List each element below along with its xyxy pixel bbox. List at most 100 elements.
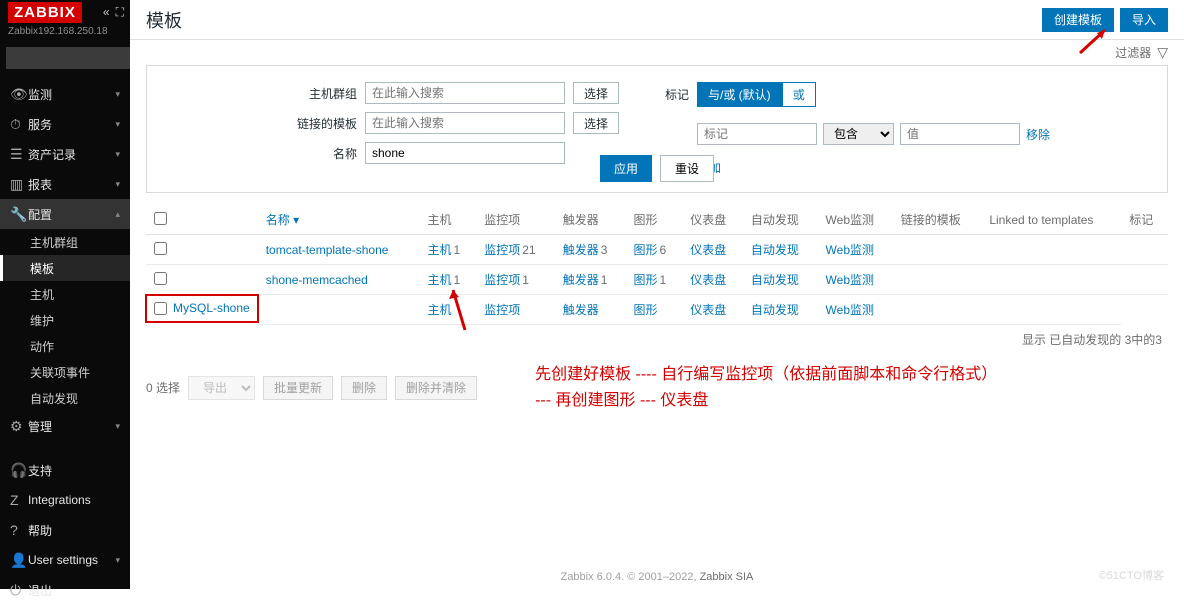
nav-logout[interactable]: ⏻退出 [0, 575, 130, 605]
row-checkbox[interactable] [154, 302, 167, 315]
chevron-down-icon: ▾ [115, 119, 120, 130]
tag-or-button[interactable]: 或 [782, 82, 816, 107]
sub-discovery[interactable]: 自动发现 [0, 385, 130, 411]
filter-tag-label: 标记 [659, 86, 689, 103]
col-triggers[interactable]: 触发器 [555, 205, 626, 235]
col-linkedto[interactable]: Linked to templates [981, 205, 1121, 235]
disc-link[interactable]: 自动发现 [751, 243, 799, 257]
web-link[interactable]: Web监测 [826, 303, 874, 317]
apply-button[interactable]: 应用 [600, 155, 652, 182]
dash-link[interactable]: 仪表盘 [690, 243, 726, 257]
hosts-link[interactable]: 主机 [427, 273, 451, 287]
web-link[interactable]: Web监测 [826, 243, 874, 257]
filter-name-row: 名称 [297, 142, 619, 164]
graphs-link[interactable]: 图形 [634, 273, 658, 287]
deleteclear-button[interactable]: 删除并清除 [395, 376, 477, 400]
tag-value-input[interactable] [900, 123, 1020, 145]
collapse-icon[interactable]: « [103, 5, 110, 20]
filter-linked-input[interactable] [365, 112, 565, 134]
create-template-button[interactable]: 创建模板 [1042, 8, 1114, 32]
help-icon: ? [10, 522, 28, 538]
template-link[interactable]: MySQL-shone [173, 301, 250, 315]
template-link[interactable]: tomcat-template-shone [266, 243, 389, 257]
dash-link[interactable]: 仪表盘 [690, 273, 726, 287]
col-hosts[interactable]: 主机 [419, 205, 476, 235]
import-button[interactable]: 导入 [1120, 8, 1168, 32]
footer-link[interactable]: Zabbix SIA [700, 571, 754, 583]
graphs-link[interactable]: 图形 [634, 243, 658, 257]
items-link[interactable]: 监控项 [484, 273, 520, 287]
items-link[interactable]: 监控项 [484, 303, 520, 317]
tag-add-link[interactable]: 添加 [697, 159, 1050, 176]
col-items[interactable]: 监控项 [476, 205, 555, 235]
filter-name-input[interactable] [365, 142, 565, 164]
disc-link[interactable]: 自动发现 [751, 303, 799, 317]
tag-remove-link[interactable]: 移除 [1026, 126, 1050, 143]
sub-eventcorrelation[interactable]: 关联项事件 [0, 359, 130, 385]
watermark: ©51CTO博客 [1099, 567, 1164, 583]
nav-report-label: 报表 [28, 176, 52, 193]
dash-link[interactable]: 仪表盘 [690, 303, 726, 317]
items-link[interactable]: 监控项 [484, 243, 520, 257]
col-linked[interactable]: 链接的模板 [893, 205, 982, 235]
triggers-link[interactable]: 触发器 [563, 243, 599, 257]
hosts-link[interactable]: 主机 [427, 243, 451, 257]
filter-hostgroups-select[interactable]: 选择 [573, 82, 619, 104]
nav-integrations-label: Integrations [28, 493, 91, 507]
sub-hosts[interactable]: 主机 [0, 281, 130, 307]
filter-linked-select[interactable]: 选择 [573, 112, 619, 134]
row-checkbox[interactable] [154, 242, 167, 255]
tag-name-input[interactable] [697, 123, 817, 145]
gear-icon: ⚙ [10, 418, 28, 435]
col-discovery[interactable]: 自动发现 [743, 205, 818, 235]
nav-admin[interactable]: ⚙管理▾ [0, 411, 130, 441]
chevron-up-icon: ▴ [115, 209, 120, 220]
timer-icon: ⏱ [10, 116, 28, 133]
nav-asset[interactable]: ☰资产记录▾ [0, 139, 130, 169]
massupdate-button[interactable]: 批量更新 [263, 376, 333, 400]
col-tags[interactable]: 标记 [1121, 205, 1168, 235]
sub-templates[interactable]: 模板 [0, 255, 130, 281]
template-link[interactable]: shone-memcached [266, 273, 368, 287]
filter-toggle[interactable]: 过滤器 [1115, 44, 1151, 61]
delete-button[interactable]: 删除 [341, 376, 387, 400]
reset-button[interactable]: 重设 [660, 155, 714, 182]
table-footer: 显示 已自动发现的 3中的3 [130, 325, 1184, 354]
export-select[interactable]: 导出 [188, 376, 255, 400]
web-link[interactable]: Web监测 [826, 273, 874, 287]
triggers-link[interactable]: 触发器 [563, 273, 599, 287]
filter-icon[interactable]: ▽ [1157, 44, 1168, 61]
sub-hostgroups[interactable]: 主机群组 [0, 229, 130, 255]
nav-usersettings[interactable]: 👤User settings▾ [0, 545, 130, 575]
logo[interactable]: ZABBIX [8, 2, 82, 23]
nav-monitor[interactable]: 👁监测▾ [0, 79, 130, 109]
nav-report[interactable]: ▥报表▾ [0, 169, 130, 199]
col-graphs[interactable]: 图形 [626, 205, 683, 235]
tag-operator-select[interactable]: 包含 [823, 123, 894, 145]
sub-maintenance[interactable]: 维护 [0, 307, 130, 333]
power-icon: ⏻ [10, 582, 28, 599]
user-icon: 👤 [10, 552, 28, 569]
col-name[interactable]: 名称 ▾ [266, 213, 299, 227]
nav-service[interactable]: ⏱服务▾ [0, 109, 130, 139]
nav-help-label: 帮助 [28, 522, 52, 539]
nav-config-label: 配置 [28, 206, 52, 223]
triggers-link[interactable]: 触发器 [563, 303, 599, 317]
bulk-bar: 0 选择 导出 批量更新 删除 删除并清除 先创建好模板 ---- 自行编写监控… [146, 362, 1168, 413]
fullscreen-icon[interactable]: ⛶ [116, 5, 124, 20]
hosts-link[interactable]: 主机 [427, 303, 451, 317]
disc-link[interactable]: 自动发现 [751, 273, 799, 287]
nav-help[interactable]: ?帮助 [0, 515, 130, 545]
nav-integrations[interactable]: ZIntegrations [0, 485, 130, 515]
filter-hostgroups-input[interactable] [365, 82, 565, 104]
nav-support[interactable]: 🎧支持 [0, 455, 130, 485]
tag-andor-button[interactable]: 与/或 (默认) [697, 82, 782, 107]
col-web[interactable]: Web监测 [818, 205, 893, 235]
select-all-checkbox[interactable] [154, 212, 167, 225]
nav-config[interactable]: 🔧配置▴ [0, 199, 130, 229]
sub-actions[interactable]: 动作 [0, 333, 130, 359]
row-checkbox[interactable] [154, 272, 167, 285]
graphs-link[interactable]: 图形 [634, 303, 658, 317]
table-header-row: 名称 ▾ 主机 监控项 触发器 图形 仪表盘 自动发现 Web监测 链接的模板 … [146, 205, 1168, 235]
col-dashboards[interactable]: 仪表盘 [682, 205, 743, 235]
